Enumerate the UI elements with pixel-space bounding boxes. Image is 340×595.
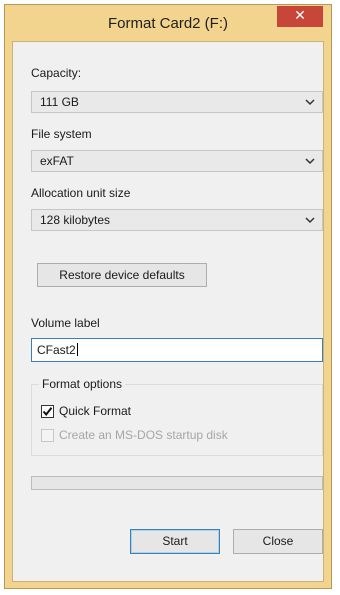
file-system-dropdown[interactable]: exFAT bbox=[31, 150, 323, 172]
capacity-label: Capacity: bbox=[31, 66, 82, 80]
msdos-startup-label: Create an MS-DOS startup disk bbox=[59, 428, 228, 442]
format-options-title: Format options bbox=[39, 377, 126, 391]
file-system-value: exFAT bbox=[40, 154, 74, 168]
chevron-down-icon bbox=[305, 99, 315, 106]
volume-label-value: CFast2 bbox=[37, 343, 78, 357]
quick-format-checkbox[interactable] bbox=[41, 405, 54, 418]
text-caret bbox=[76, 343, 78, 356]
capacity-value: 111 GB bbox=[40, 95, 79, 109]
format-progress-bar bbox=[31, 476, 323, 490]
volume-label-label: Volume label bbox=[31, 316, 100, 330]
dialog-client-area: Capacity: 111 GB File system exFAT Alloc… bbox=[12, 41, 324, 582]
volume-label-input[interactable]: CFast2 bbox=[31, 338, 323, 362]
chevron-down-icon bbox=[305, 158, 315, 165]
window-close-button[interactable]: ✕ bbox=[277, 6, 323, 27]
close-button[interactable]: Close bbox=[233, 529, 323, 554]
file-system-label: File system bbox=[31, 127, 92, 141]
checkmark-icon bbox=[42, 407, 53, 417]
format-options-group bbox=[31, 384, 323, 456]
chevron-down-icon bbox=[305, 217, 315, 224]
quick-format-label: Quick Format bbox=[59, 404, 132, 418]
allocation-unit-dropdown[interactable]: 128 kilobytes bbox=[31, 209, 323, 231]
start-button[interactable]: Start bbox=[130, 529, 220, 554]
format-dialog-window: Format Card2 (F:) ✕ Capacity: 111 GB Fil… bbox=[4, 4, 332, 589]
capacity-dropdown[interactable]: 111 GB bbox=[31, 91, 323, 113]
allocation-unit-label: Allocation unit size bbox=[31, 186, 131, 200]
allocation-unit-value: 128 kilobytes bbox=[40, 213, 111, 227]
title-bar[interactable]: Format Card2 (F:) ✕ bbox=[5, 5, 331, 41]
restore-defaults-button[interactable]: Restore device defaults bbox=[37, 263, 207, 287]
close-icon: ✕ bbox=[294, 8, 306, 24]
msdos-startup-checkbox bbox=[41, 429, 54, 442]
